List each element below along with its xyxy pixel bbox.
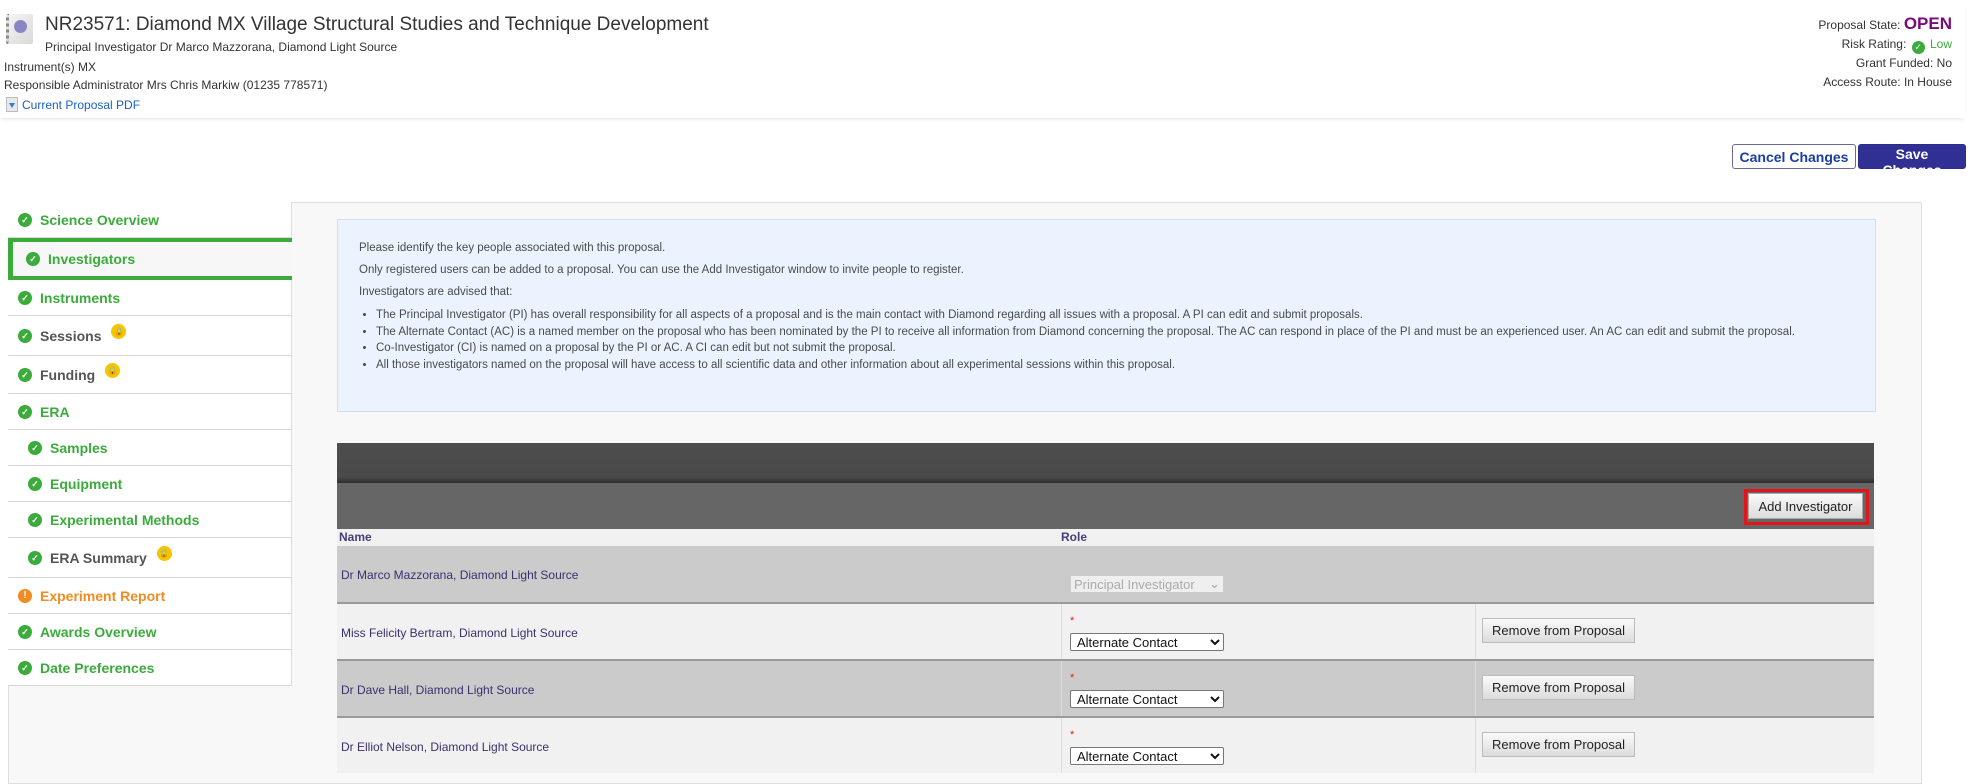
- download-icon: [6, 97, 18, 112]
- remove-from-proposal-button[interactable]: Remove from Proposal: [1482, 732, 1635, 757]
- sidebar-item-awards-overview[interactable]: ✓ Awards Overview: [8, 614, 292, 650]
- investigator-name: Dr Dave Hall, Diamond Light Source: [341, 683, 535, 697]
- grid-toolbar: [337, 483, 1874, 529]
- required-marker: *: [1070, 672, 1075, 684]
- grid-title-bar: [337, 443, 1874, 483]
- check-circle-icon: ✓: [28, 550, 42, 565]
- proposal-state-value: OPEN: [1903, 14, 1952, 33]
- sidebar-item-experimental-methods[interactable]: ✓ Experimental Methods: [8, 502, 292, 538]
- check-circle-icon: ✓: [18, 212, 32, 227]
- instruments-line: Instrument(s) MX: [4, 60, 97, 74]
- principal-investigator-line: Principal Investigator Dr Marco Mazzoran…: [45, 40, 398, 54]
- role-select[interactable]: Alternate Contact: [1070, 633, 1224, 651]
- sidebar-item-equipment[interactable]: ✓ Equipment: [8, 466, 292, 502]
- chevron-down-icon: ⌄: [1209, 576, 1220, 591]
- sidebar-item-instruments[interactable]: ✓ Instruments: [8, 280, 292, 316]
- grant-funded-value: No: [1936, 56, 1952, 70]
- info-bullets: The Principal Investigator (PI) has over…: [338, 307, 1856, 373]
- check-circle-icon: ✓: [28, 440, 42, 455]
- role-select-disabled: Principal Investigator ⌄: [1070, 575, 1224, 593]
- role-select[interactable]: Alternate Contact: [1070, 690, 1224, 708]
- investigator-name: Dr Elliot Nelson, Diamond Light Source: [341, 740, 550, 754]
- table-row: Dr Elliot Nelson, Diamond Light Source *…: [337, 716, 1874, 773]
- table-row: Dr Marco Mazzorana, Diamond Light Source…: [337, 546, 1874, 603]
- proposal-sections-nav: ✓ Science Overview ✓ Investigators ✓ Ins…: [8, 202, 292, 686]
- proposal-document-icon: [6, 14, 33, 44]
- info-bullet: All those investigators named on the pro…: [376, 357, 1856, 374]
- proposal-title: NR23571: Diamond MX Village Structural S…: [45, 14, 709, 35]
- investigator-name: Dr Marco Mazzorana, Diamond Light Source: [341, 568, 579, 582]
- sidebar-item-experiment-report[interactable]: ! Experiment Report: [8, 578, 292, 614]
- risk-rating: Risk Rating: ✓ Low: [1841, 37, 1952, 54]
- info-registration: Only registered users can be added to a …: [359, 264, 964, 276]
- table-row: Dr Dave Hall, Diamond Light Source * Alt…: [337, 659, 1874, 716]
- check-circle-icon: ✓: [28, 476, 42, 491]
- info-bullet: The Principal Investigator (PI) has over…: [376, 307, 1856, 324]
- check-circle-icon: ✓: [18, 328, 32, 343]
- table-row: Miss Felicity Bertram, Diamond Light Sou…: [337, 602, 1874, 659]
- cancel-changes-button[interactable]: Cancel Changes: [1732, 144, 1856, 169]
- proposal-state: Proposal State: OPEN: [1818, 14, 1952, 33]
- access-route: Access Route: In House: [1823, 75, 1952, 89]
- add-investigator-button[interactable]: Add Investigator: [1748, 493, 1863, 519]
- info-advised: Investigators are advised that:: [359, 286, 513, 298]
- responsible-administrator-line: Responsible Administrator Mrs Chris Mark…: [4, 78, 328, 92]
- info-bullet: The Alternate Contact (AC) is a named me…: [376, 324, 1856, 341]
- check-circle-icon: ✓: [18, 624, 32, 639]
- check-circle-icon: ✓: [1911, 41, 1925, 54]
- column-header-name: Name: [339, 530, 372, 544]
- role-select[interactable]: Alternate Contact: [1070, 747, 1224, 765]
- column-header-role: Role: [1061, 530, 1088, 544]
- current-proposal-pdf-link[interactable]: Current Proposal PDF: [6, 97, 140, 112]
- proposal-meta: Proposal State: OPEN Risk Rating: ✓ Low …: [1818, 14, 1952, 92]
- check-circle-icon: ✓: [18, 660, 32, 675]
- risk-rating-value: Low: [1929, 37, 1952, 51]
- remove-from-proposal-button[interactable]: Remove from Proposal: [1482, 618, 1635, 643]
- sidebar-item-funding[interactable]: ✓ Funding 🔒: [8, 356, 292, 394]
- investigators-info-box: Please identify the key people associate…: [337, 219, 1876, 412]
- grid-header: Name Role: [337, 529, 1874, 546]
- exclamation-circle-icon: !: [18, 588, 32, 603]
- sidebar-item-sessions[interactable]: ✓ Sessions 🔒: [8, 316, 292, 356]
- check-circle-icon: ✓: [26, 252, 40, 266]
- sidebar-item-investigators[interactable]: ✓ Investigators: [8, 238, 292, 280]
- sidebar-item-date-preferences[interactable]: ✓ Date Preferences: [8, 650, 292, 686]
- lock-icon: 🔒: [156, 546, 172, 561]
- sidebar-item-samples[interactable]: ✓ Samples: [8, 430, 292, 466]
- lock-icon: 🔒: [105, 363, 121, 378]
- pdf-link-label: Current Proposal PDF: [22, 97, 141, 112]
- required-marker: *: [1070, 615, 1075, 627]
- save-changes-button[interactable]: Save Changes: [1858, 144, 1966, 178]
- info-intro: Please identify the key people associate…: [359, 242, 666, 254]
- sidebar-item-science-overview[interactable]: ✓ Science Overview: [8, 202, 292, 238]
- lock-icon: 🔒: [111, 324, 127, 339]
- required-marker: *: [1070, 729, 1075, 741]
- check-circle-icon: ✓: [18, 290, 32, 305]
- grant-funded: Grant Funded: No: [1855, 56, 1952, 70]
- access-route-value: In House: [1903, 75, 1952, 89]
- investigator-name: Miss Felicity Bertram, Diamond Light Sou…: [341, 626, 578, 640]
- check-circle-icon: ✓: [18, 367, 32, 382]
- sidebar-item-era[interactable]: ✓ ERA: [8, 394, 292, 430]
- remove-from-proposal-button[interactable]: Remove from Proposal: [1482, 675, 1635, 700]
- sidebar-item-era-summary[interactable]: ✓ ERA Summary 🔒: [8, 538, 292, 578]
- info-bullet: Co-Investigator (CI) is named on a propo…: [376, 340, 1856, 357]
- check-circle-icon: ✓: [18, 404, 32, 419]
- check-circle-icon: ✓: [28, 512, 42, 527]
- proposal-header: NR23571: Diamond MX Village Structural S…: [0, 0, 1965, 118]
